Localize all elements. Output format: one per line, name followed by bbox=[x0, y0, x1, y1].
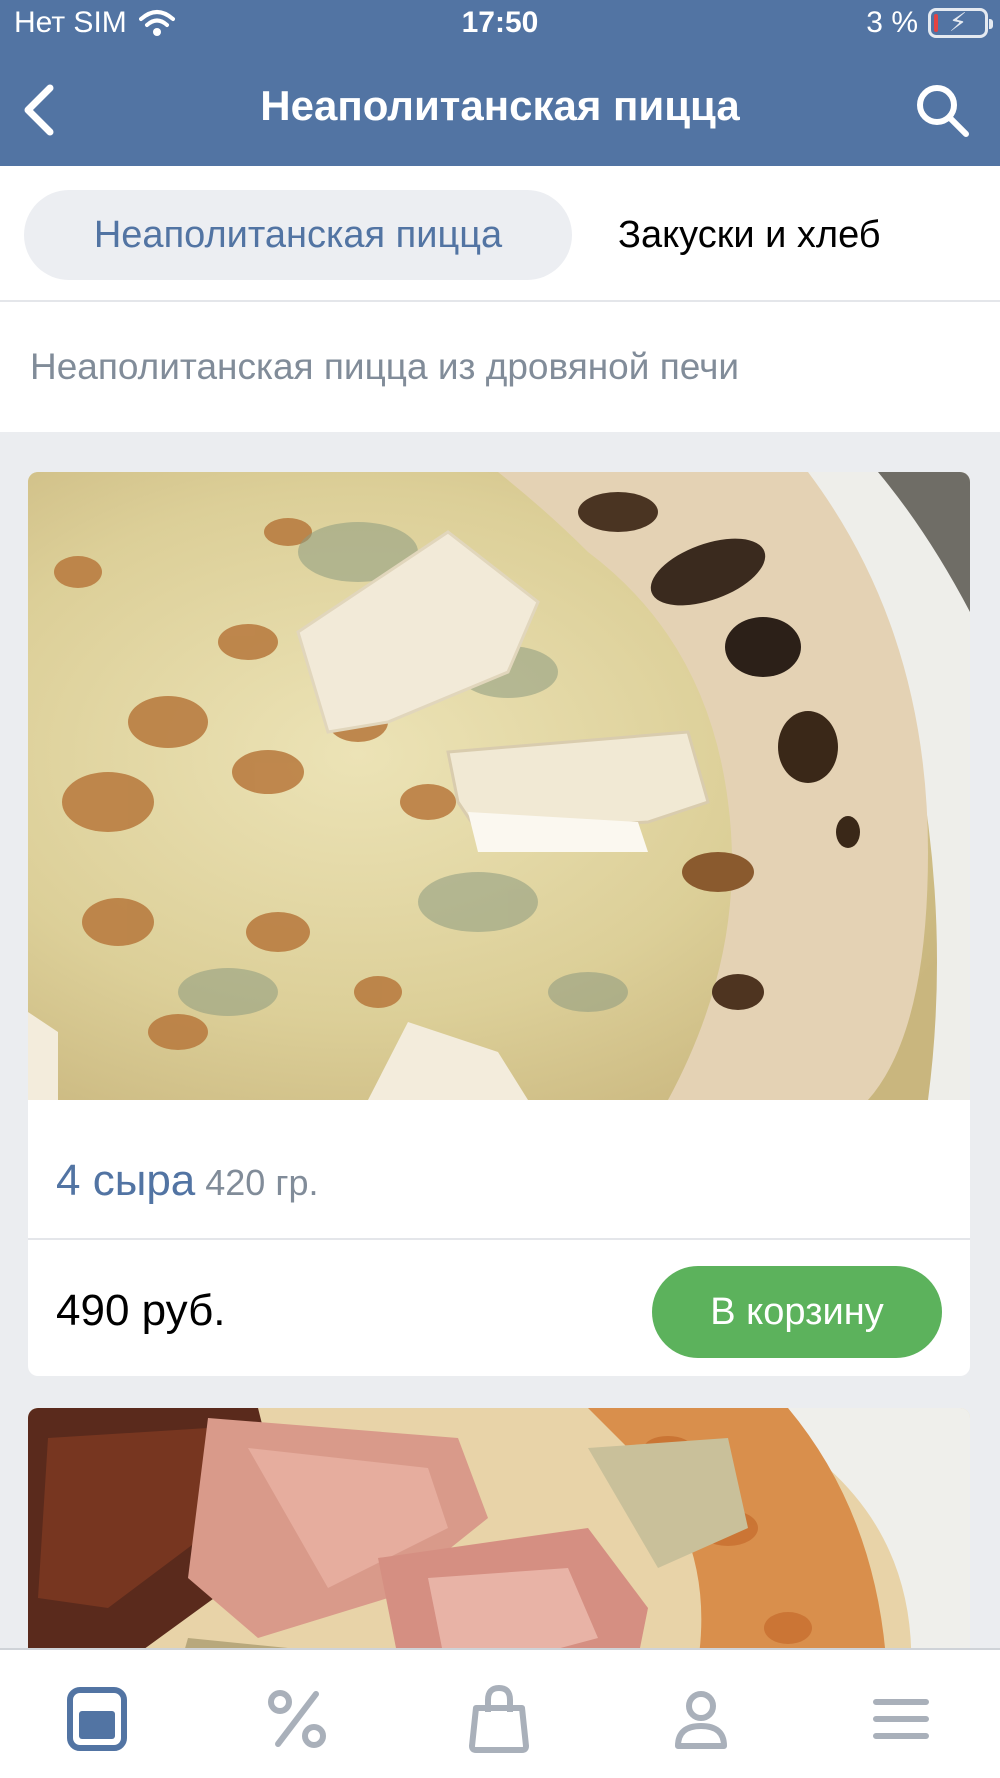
status-time: 17:50 bbox=[461, 6, 539, 39]
bottom-tab-bar bbox=[0, 1648, 1000, 1778]
battery-percent: 3 % bbox=[866, 6, 918, 39]
product-price: 490 руб. bbox=[56, 1286, 226, 1335]
tab-snacks-bread[interactable]: Закуски и хлеб bbox=[618, 190, 881, 280]
section-description: Неаполитанская пицца из дровяной печи bbox=[0, 302, 1000, 432]
header: Нет SIM 17:50 3 % ⚡ Неаполитанская пицца bbox=[0, 0, 1000, 166]
battery-icon: ⚡ bbox=[928, 7, 993, 38]
product-name-row: 4 сыра 420 гр. bbox=[28, 1100, 970, 1240]
search-icon[interactable] bbox=[912, 80, 972, 140]
product-name[interactable]: 4 сыра 420 гр. bbox=[56, 1156, 319, 1206]
percent-icon[interactable] bbox=[262, 1684, 332, 1754]
page-title: Неаполитанская пицца bbox=[260, 82, 740, 129]
shopping-bag-icon[interactable] bbox=[464, 1684, 534, 1754]
profile-icon[interactable] bbox=[666, 1684, 736, 1754]
menu-catalog-icon[interactable] bbox=[62, 1684, 132, 1754]
navigation-bar: Неаполитанская пицца bbox=[0, 56, 1000, 166]
status-bar: Нет SIM 17:50 3 % ⚡ bbox=[0, 0, 1000, 48]
section-description-text: Неаполитанская пицца из дровяной печи bbox=[30, 346, 740, 387]
hamburger-menu-icon[interactable] bbox=[866, 1684, 936, 1754]
product-weight: 420 гр. bbox=[205, 1162, 319, 1203]
app-screen: Нет SIM 17:50 3 % ⚡ Неаполитанская пицца… bbox=[0, 0, 1000, 1778]
product-title[interactable]: 4 сыра bbox=[56, 1156, 195, 1205]
product-price-row: 490 руб. В корзину bbox=[28, 1240, 970, 1376]
product-card[interactable]: 4 сыра 420 гр. 490 руб. В корзину bbox=[28, 472, 970, 1376]
category-tabs: Неаполитанская пицца Закуски и хлеб bbox=[0, 166, 1000, 302]
status-right: 3 % ⚡ bbox=[866, 6, 993, 40]
add-to-cart-button[interactable]: В корзину bbox=[652, 1266, 942, 1358]
tab-neapolitan-pizza[interactable]: Неаполитанская пицца bbox=[24, 190, 572, 280]
four-cheese-pizza-photo[interactable] bbox=[28, 472, 970, 1100]
